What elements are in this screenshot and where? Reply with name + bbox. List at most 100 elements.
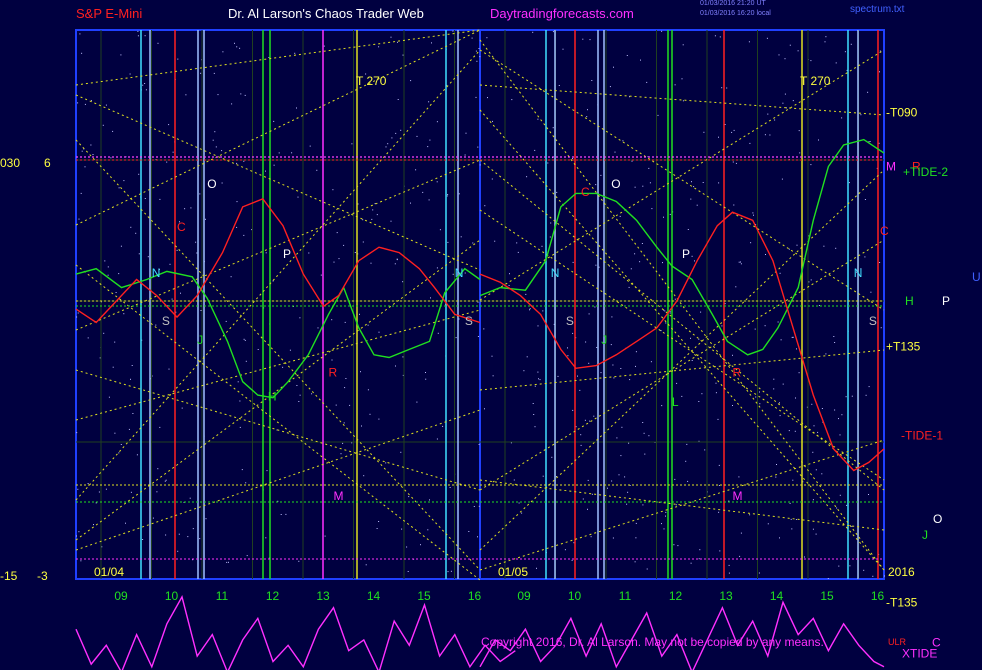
right-margin-label: J (922, 528, 928, 542)
star-dot (542, 310, 544, 312)
star-dot (367, 389, 369, 391)
star-dot (243, 234, 245, 236)
star-dot (815, 469, 817, 471)
star-dot (362, 241, 364, 243)
star-dot (406, 546, 408, 548)
star-dot (410, 80, 412, 82)
star-dot (212, 139, 214, 141)
series-xtide (75, 595, 516, 670)
star-dot (265, 252, 267, 254)
star-dot (215, 146, 217, 148)
star-dot (838, 418, 839, 420)
star-dot (344, 387, 346, 389)
star-dot (458, 193, 460, 195)
file-label: spectrum.txt (850, 4, 905, 15)
star-dot (345, 378, 347, 379)
star-dot (492, 120, 493, 122)
star-dot (436, 267, 438, 269)
star-dot (759, 403, 761, 405)
star-dot (718, 136, 719, 138)
star-dot (784, 93, 786, 95)
star-dot (863, 569, 865, 571)
star-dot (104, 260, 106, 262)
star-dot (665, 515, 666, 517)
star-dot (390, 36, 392, 38)
star-dot (77, 102, 79, 104)
star-dot (626, 503, 628, 505)
star-dot (205, 218, 206, 220)
star-dot (244, 94, 246, 96)
star-dot (159, 426, 161, 428)
star-dot (864, 256, 866, 258)
star-dot (648, 167, 650, 169)
star-dot (221, 182, 223, 184)
star-dot (464, 154, 466, 156)
star-dot (90, 144, 92, 146)
star-dot (115, 292, 117, 293)
star-dot (81, 150, 83, 152)
star-dot (427, 529, 429, 531)
star-dot (880, 327, 882, 329)
star-dot (536, 567, 537, 569)
star-dot (547, 162, 549, 164)
star-dot (644, 453, 646, 455)
star-dot (475, 96, 477, 98)
star-dot (582, 38, 584, 40)
star-dot (810, 164, 812, 166)
star-dot (442, 425, 444, 427)
star-dot (416, 401, 418, 403)
star-dot (81, 52, 83, 54)
star-dot (661, 523, 662, 525)
star-dot (642, 504, 644, 506)
star-dot (726, 87, 728, 89)
x-tick-label: 13 (719, 589, 733, 603)
star-dot (538, 378, 539, 380)
star-dot (775, 476, 777, 478)
star-dot (243, 160, 245, 162)
star-dot (108, 396, 110, 398)
star-dot (130, 491, 132, 493)
star-dot (600, 372, 602, 374)
star-dot (728, 500, 730, 502)
star-dot (718, 511, 720, 513)
star-dot (112, 366, 114, 368)
star-dot (492, 375, 494, 377)
star-dot (629, 379, 631, 381)
x-tick-label: 09 (114, 589, 128, 603)
star-dot (549, 236, 551, 238)
x-tick-label: 09 (517, 589, 531, 603)
star-dot (611, 316, 613, 318)
right-margin-label: U (972, 270, 981, 284)
right-margin-label: P (942, 294, 950, 308)
angle-line (75, 29, 481, 86)
star-dot (812, 451, 814, 453)
star-dot (228, 561, 229, 563)
star-dot (299, 317, 301, 319)
star-dot (774, 119, 776, 121)
star-dot (572, 261, 574, 263)
star-dot (769, 134, 771, 136)
planet-marker: P (283, 247, 291, 261)
star-dot (145, 89, 147, 91)
right-margin-label: -T135 (886, 595, 918, 609)
star-dot (177, 58, 179, 60)
star-dot (839, 434, 841, 436)
star-dot (823, 245, 825, 247)
star-dot (715, 392, 717, 394)
star-dot (428, 101, 430, 103)
right-margin-label: H (905, 294, 914, 308)
star-dot (557, 375, 559, 377)
star-dot (590, 536, 592, 538)
star-dot (732, 405, 733, 406)
star-dot (532, 403, 534, 404)
star-dot (537, 325, 539, 327)
star-dot (594, 306, 596, 308)
star-dot (628, 442, 630, 444)
star-dot (138, 173, 140, 175)
star-dot (120, 444, 122, 445)
star-dot (436, 438, 438, 440)
star-dot (125, 522, 126, 524)
star-dot (378, 418, 380, 420)
star-dot (719, 550, 721, 552)
star-dot (778, 54, 780, 56)
